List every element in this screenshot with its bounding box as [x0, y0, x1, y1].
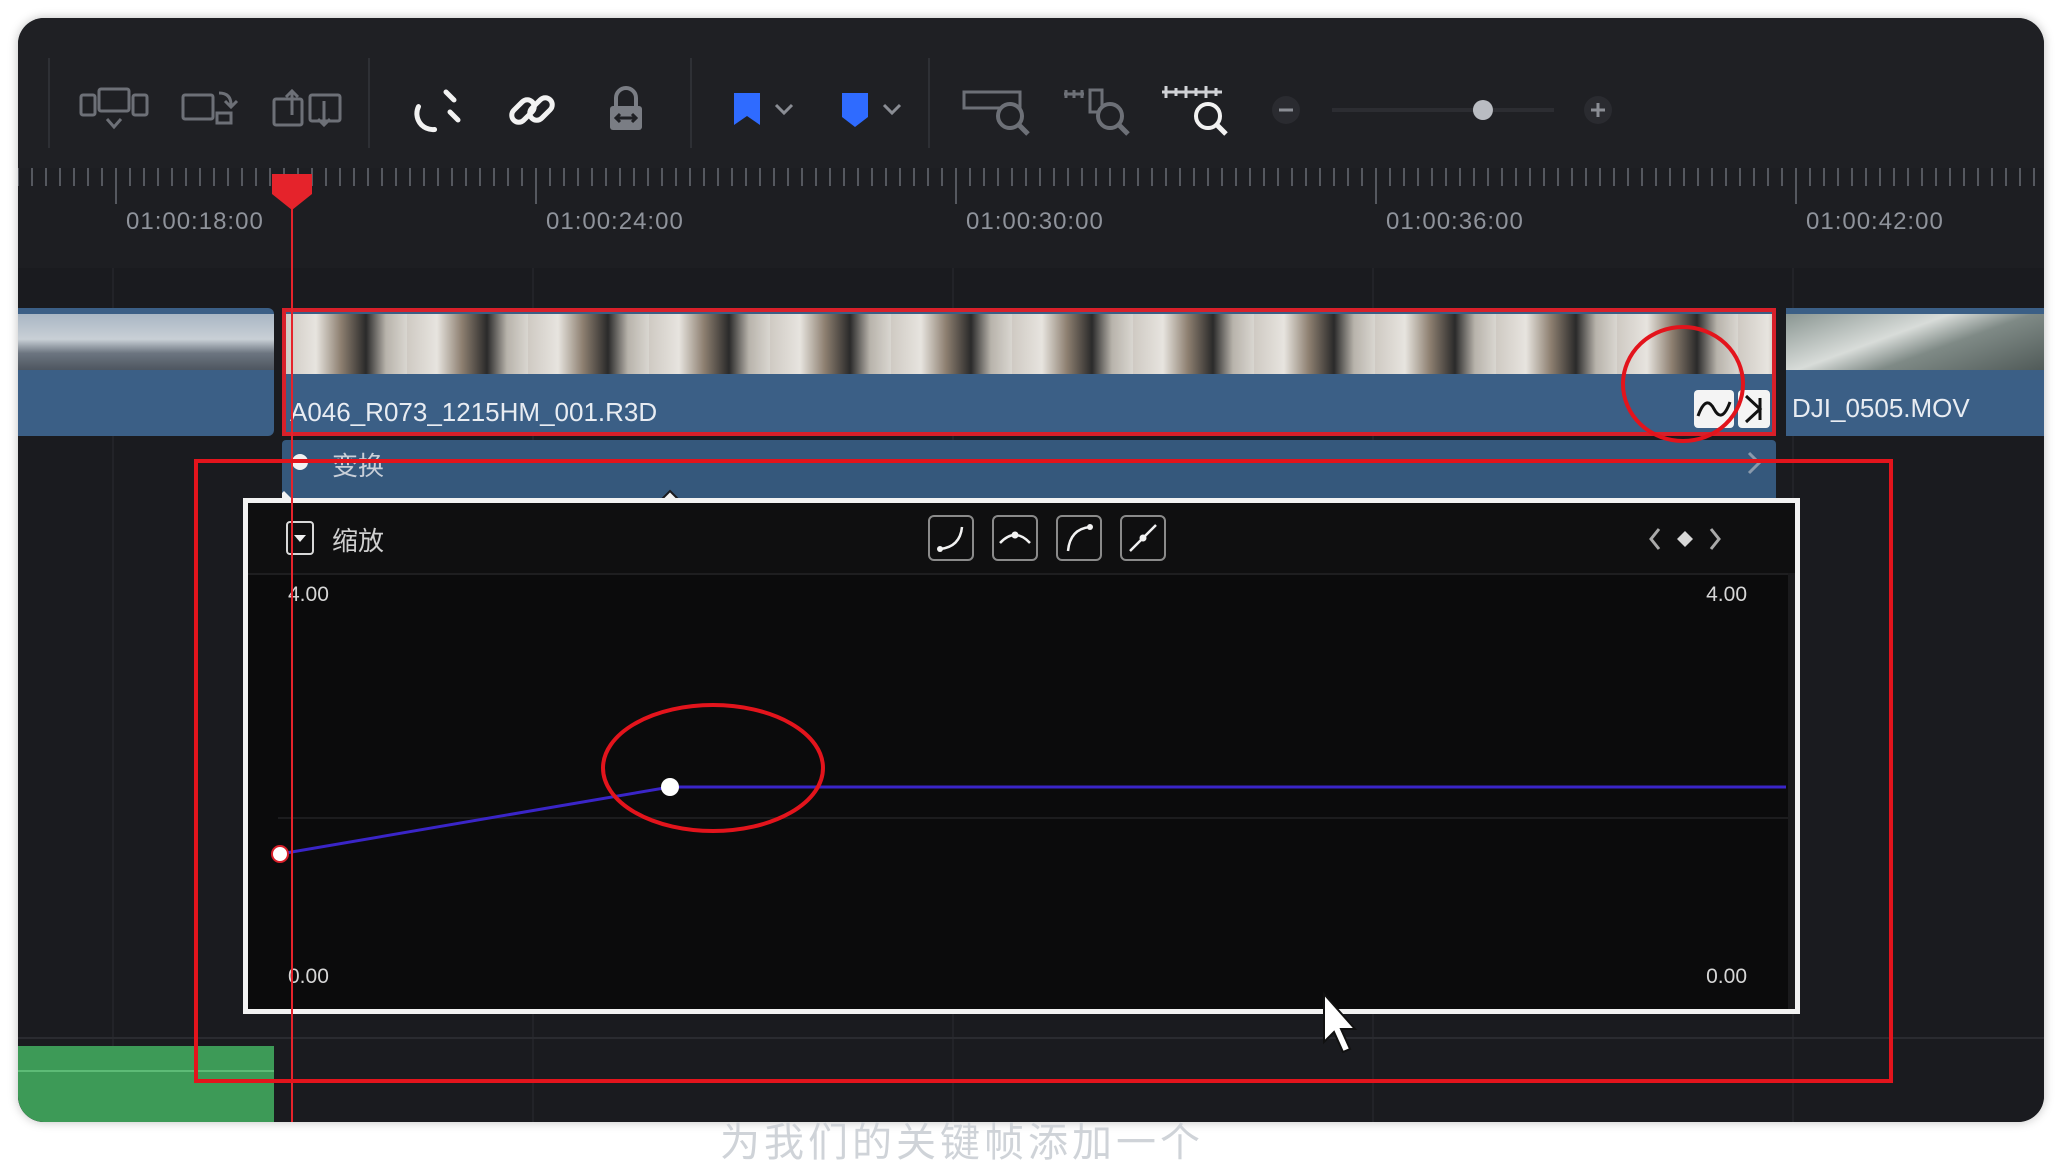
scale-curve-line[interactable] [279, 785, 1786, 856]
keyframe-curve-editor[interactable]: 缩放 4.00 4.00 0.00 0.00 [243, 498, 1800, 1014]
replace-clip-icon[interactable] [178, 70, 240, 150]
toolbar-separator [690, 58, 692, 148]
timeline-toolbar [18, 18, 2044, 168]
toolbar-separator [928, 58, 930, 148]
audio-divider [18, 1070, 274, 1072]
curve-keyframe-point[interactable] [661, 778, 679, 796]
curve-icon [1696, 401, 1732, 417]
flag-dropdown[interactable] [718, 70, 808, 150]
zoom-full-icon[interactable] [958, 70, 1038, 150]
toolbar-separator [48, 58, 50, 148]
timecode-label: 01:00:18:00 [126, 208, 264, 235]
zoom-detail-icon[interactable] [1058, 70, 1138, 150]
monitor-down-icon[interactable] [76, 70, 152, 150]
selected-clip[interactable]: A046_R073_1215HM_001.R3D [282, 308, 1776, 436]
video-subtitle: 为我们的关键帧添加一个 [720, 1121, 1204, 1165]
audio-clip[interactable] [18, 1046, 274, 1122]
zoom-in-icon[interactable] [1578, 70, 1618, 150]
curve-graph[interactable] [248, 503, 1795, 1009]
snap-magnet-icon[interactable] [408, 70, 468, 150]
timecode-label: 01:00:30:00 [966, 208, 1104, 235]
chevron-right-icon[interactable] [1744, 448, 1764, 478]
keyframe-diamond-icon [1744, 394, 1763, 424]
zoom-out-icon[interactable] [1266, 70, 1306, 150]
timecode-label: 01:00:24:00 [546, 208, 684, 235]
marker-dropdown[interactable] [826, 70, 916, 150]
transform-keyframe-track[interactable]: 变换 [282, 440, 1776, 484]
keyframe-toggle-button[interactable] [1738, 390, 1770, 428]
clip-thumbnail [18, 314, 274, 370]
previous-clip[interactable] [18, 308, 274, 436]
clip-thumbnail [1786, 314, 2044, 370]
next-clip[interactable]: DJI_0505.MOV [1786, 308, 2044, 436]
swap-clip-icon[interactable] [268, 70, 348, 150]
toolbar-separator [368, 58, 370, 148]
link-icon[interactable] [502, 70, 562, 150]
timecode-label: 01:00:36:00 [1386, 208, 1524, 235]
track-label: 变换 [332, 451, 385, 481]
lock-icon[interactable] [596, 70, 656, 150]
clip-filmstrip [286, 314, 1772, 374]
clip-name: DJI_0505.MOV [1792, 393, 1970, 423]
timecode-label: 01:00:42:00 [1806, 208, 1944, 235]
zoom-custom-icon[interactable] [1156, 70, 1240, 150]
playhead[interactable] [264, 166, 324, 1122]
timeline-window: 01:00:18:00 01:00:24:00 01:00:30:00 01:0… [18, 18, 2044, 1122]
curve-toggle-button[interactable] [1694, 390, 1734, 428]
clip-name: A046_R073_1215HM_001.R3D [290, 397, 658, 427]
zoom-slider[interactable] [1328, 70, 1558, 150]
playhead-handle[interactable] [272, 174, 312, 210]
